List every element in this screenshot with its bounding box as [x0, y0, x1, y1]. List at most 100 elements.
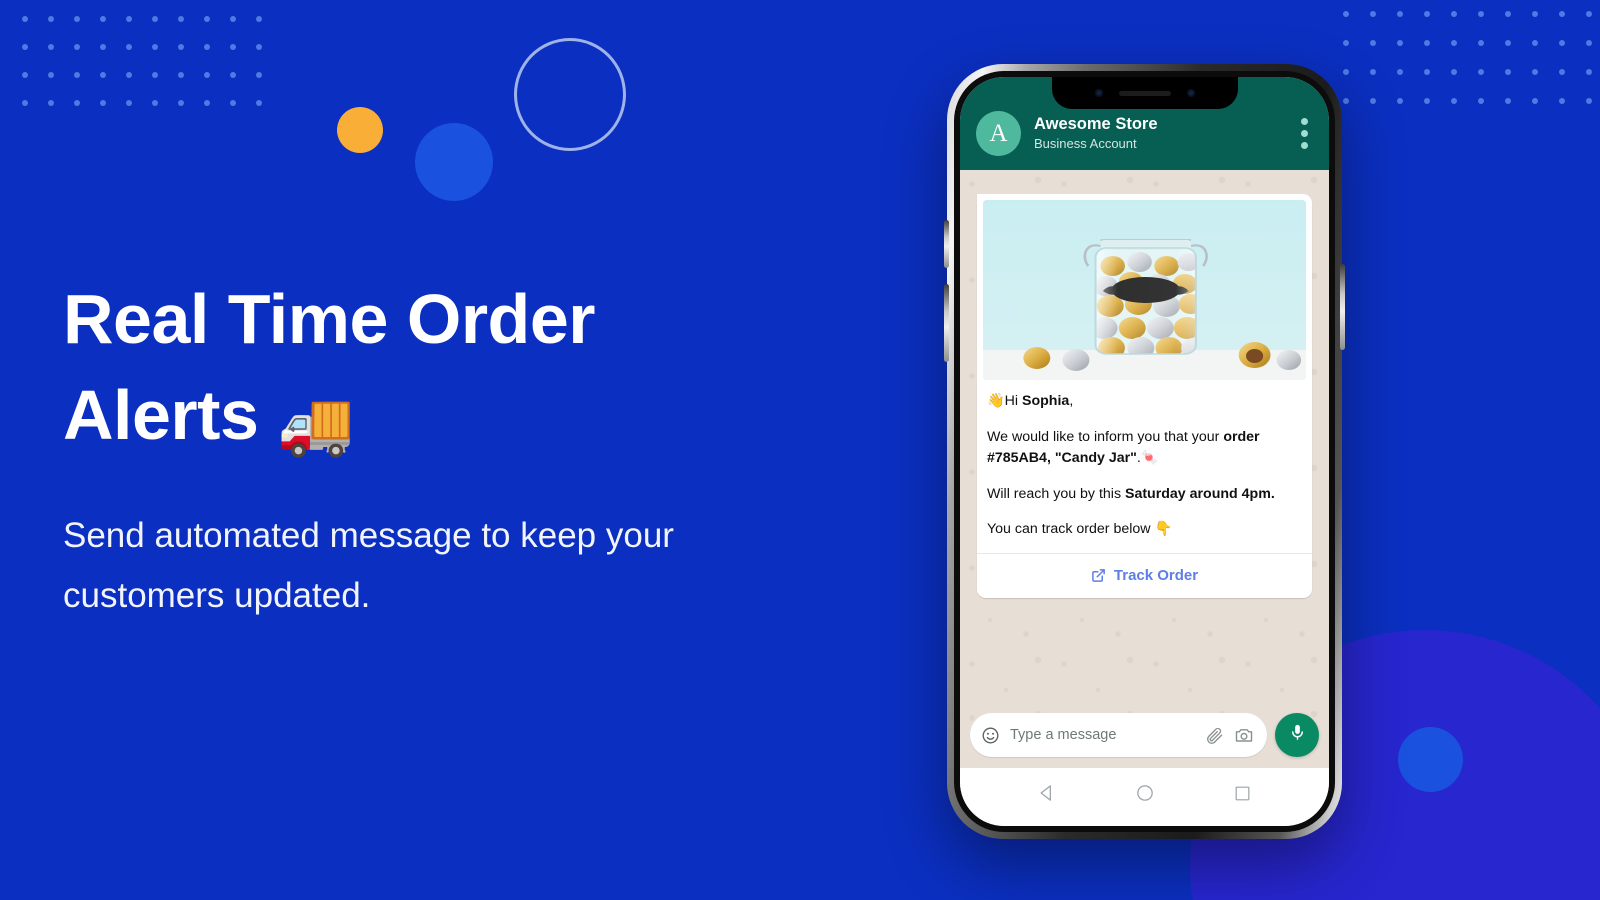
- message-text: 👋Hi Sophia, We would like to inform you …: [983, 380, 1306, 551]
- external-link-icon: [1091, 568, 1106, 583]
- home-circle-icon[interactable]: [1135, 783, 1155, 803]
- decor-dot: [230, 16, 236, 22]
- hero-subheading: Send automated message to keep your cust…: [63, 515, 674, 616]
- decor-dot: [126, 44, 132, 50]
- message-greeting: 👋Hi Sophia,: [987, 391, 1302, 413]
- decor-dot: [1505, 98, 1511, 104]
- contact-info[interactable]: Awesome Store Business Account: [1034, 114, 1285, 152]
- decor-dot: [1559, 11, 1565, 17]
- message-order-line: We would like to inform you that your or…: [987, 427, 1302, 470]
- decor-dot: [178, 16, 184, 22]
- decor-dot: [1505, 40, 1511, 46]
- decor-dot: [100, 44, 106, 50]
- decor-dot: [152, 72, 158, 78]
- track-hint-text: You can track order below: [987, 521, 1155, 538]
- decor-dot: [1532, 98, 1538, 104]
- recents-square-icon[interactable]: [1233, 784, 1252, 803]
- decor-dot: [1424, 98, 1430, 104]
- decor-dot: [1559, 98, 1565, 104]
- kebab-menu-icon[interactable]: [1298, 115, 1311, 152]
- delivery-truck-icon: 🚚: [277, 389, 355, 459]
- phone-screen: A Awesome Store Business Account 👋Hi Sop…: [960, 77, 1329, 826]
- message-input-pill[interactable]: Type a message: [970, 713, 1267, 757]
- decor-dot: [230, 72, 236, 78]
- decor-dot: [48, 16, 54, 22]
- decor-dot: [74, 44, 80, 50]
- earpiece-speaker: [1118, 90, 1171, 96]
- phone-mockup: A Awesome Store Business Account 👋Hi Sop…: [944, 64, 1345, 839]
- decor-circle-orange: [337, 107, 383, 153]
- decor-dot: [1478, 69, 1484, 75]
- back-triangle-icon[interactable]: [1037, 783, 1057, 803]
- decor-dot: [1343, 98, 1349, 104]
- power-button[interactable]: [1340, 264, 1345, 350]
- decor-dot: [74, 16, 80, 22]
- message-bubble: 👋Hi Sophia, We would like to inform you …: [977, 194, 1312, 598]
- decor-dot: [204, 16, 210, 22]
- decor-dot: [1424, 69, 1430, 75]
- decor-dot: [1397, 40, 1403, 46]
- search-input-placeholder[interactable]: Type a message: [1010, 727, 1195, 743]
- decor-dot: [1586, 40, 1592, 46]
- decor-dot: [1451, 11, 1457, 17]
- decor-dot: [1559, 69, 1565, 75]
- volume-up-button[interactable]: [944, 220, 949, 268]
- decor-dot: [1397, 11, 1403, 17]
- decor-dot: [256, 16, 262, 22]
- product-image[interactable]: [983, 200, 1306, 380]
- decor-blob-small: [1398, 727, 1463, 792]
- decor-dot: [1586, 11, 1592, 17]
- message-eta-line: Will reach you by this Saturday around 4…: [987, 484, 1302, 506]
- decor-dot: [1586, 98, 1592, 104]
- kebab-dot: [1301, 118, 1308, 125]
- decor-dot: [256, 100, 262, 106]
- decor-dot: [1559, 40, 1565, 46]
- decor-dot: [126, 72, 132, 78]
- decor-dot: [152, 100, 158, 106]
- paperclip-icon[interactable]: [1205, 726, 1224, 745]
- contact-name: Awesome Store: [1034, 115, 1158, 134]
- hero-copy: Real Time Order Alerts 🚚 Send automated …: [63, 272, 763, 626]
- decor-dot: [1370, 69, 1376, 75]
- camera-icon[interactable]: [1234, 725, 1254, 745]
- decor-dot: [178, 44, 184, 50]
- decor-dot: [178, 72, 184, 78]
- volume-down-button[interactable]: [944, 284, 949, 362]
- message-track-line: You can track order below 👇: [987, 519, 1302, 541]
- decor-dot: [1478, 11, 1484, 17]
- decor-dot: [1532, 11, 1538, 17]
- smiley-icon[interactable]: [981, 726, 1000, 745]
- greeting-prefix: Hi: [1004, 393, 1023, 409]
- decor-dot: [48, 44, 54, 50]
- decor-dot: [100, 16, 106, 22]
- decor-circle-blue: [415, 123, 493, 201]
- decor-dot: [1397, 98, 1403, 104]
- decor-dot: [48, 72, 54, 78]
- decor-dot: [22, 100, 28, 106]
- decor-dot-grid-left: [22, 16, 282, 128]
- decor-dot: [230, 44, 236, 50]
- contact-status: Business Account: [1034, 136, 1137, 152]
- decor-dot: [1343, 40, 1349, 46]
- headline-line-1: Real Time Order: [63, 280, 596, 358]
- decor-dot: [1370, 40, 1376, 46]
- decor-dot: [152, 44, 158, 50]
- message-composer: Type a message: [960, 704, 1329, 768]
- decor-dot: [1370, 98, 1376, 104]
- decor-dot: [22, 16, 28, 22]
- android-navigation-bar: [960, 768, 1329, 826]
- decor-dot: [1505, 69, 1511, 75]
- customer-name: Sophia: [1022, 393, 1070, 409]
- wave-emoji: 👋: [987, 393, 1005, 409]
- decor-dot-grid-right: [1343, 11, 1600, 127]
- decor-dot: [204, 72, 210, 78]
- track-order-button[interactable]: Track Order: [977, 553, 1312, 598]
- decor-dot: [22, 44, 28, 50]
- phone-notch: [1051, 77, 1238, 109]
- decor-dot: [1397, 69, 1403, 75]
- decor-dot: [74, 100, 80, 106]
- avatar[interactable]: A: [976, 111, 1021, 156]
- voice-record-button[interactable]: [1275, 713, 1319, 757]
- order-line-prefix: We would like to inform you that your: [987, 428, 1224, 445]
- decor-dot: [204, 100, 210, 106]
